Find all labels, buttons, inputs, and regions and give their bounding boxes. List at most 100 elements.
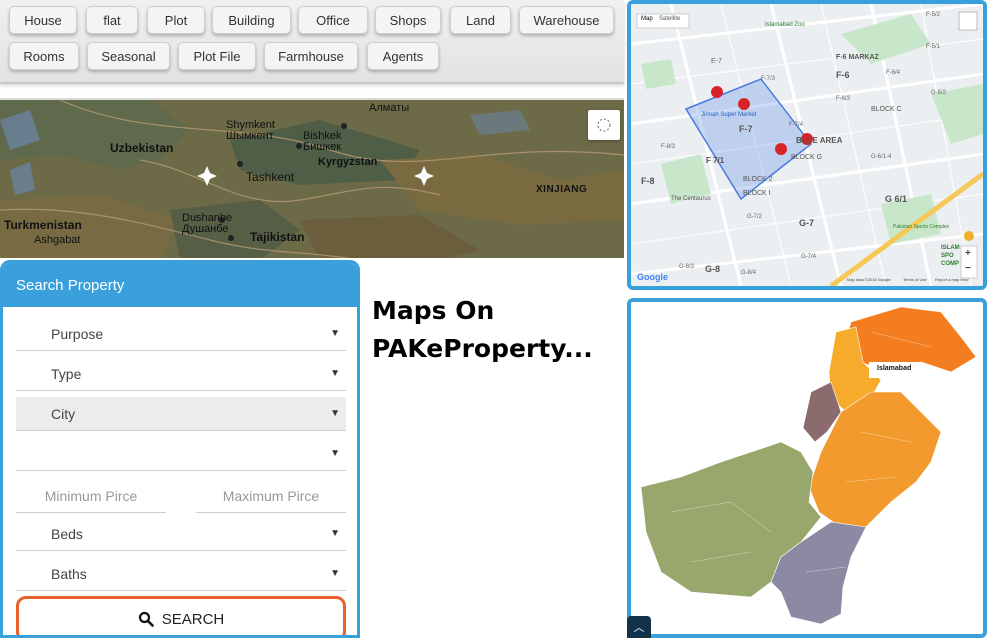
- map-label-islamabad-sports: ISLAM SPO COMP: [941, 245, 960, 267]
- map-report-link[interactable]: Report a map error: [935, 277, 969, 282]
- category-flat-button[interactable]: flat: [86, 6, 138, 34]
- beds-select[interactable]: Beds ▼: [16, 517, 346, 551]
- chevron-down-icon: ▼: [330, 568, 340, 579]
- maps-headline: Maps On PAKeProperty...: [372, 292, 622, 368]
- map-label-f6: F-6: [836, 70, 850, 80]
- map-type-satellite-tab[interactable]: Satellite: [659, 16, 680, 22]
- chevron-down-icon: ▼: [330, 368, 340, 379]
- map-label-shymkent-ru: Шымкент: [226, 130, 274, 142]
- pegman-icon[interactable]: [963, 230, 975, 242]
- map-label-f7-3: F-7/3: [761, 76, 776, 82]
- purpose-select[interactable]: Purpose ▼: [16, 317, 346, 351]
- chevron-down-icon: ▼: [330, 408, 340, 419]
- map-label-block-c: BLOCK C: [871, 106, 902, 113]
- fullscreen-icon: [597, 118, 611, 132]
- map-label-islamabad-zoo: Islamabad Zoo: [765, 22, 805, 28]
- baths-select[interactable]: Baths ▼: [16, 557, 346, 591]
- map-terms-link[interactable]: Terms of Use: [903, 277, 927, 282]
- category-farmhouse-button[interactable]: Farmhouse: [264, 42, 358, 70]
- chevron-down-icon: ▼: [330, 448, 340, 459]
- map-type-map-tab[interactable]: Map: [641, 16, 653, 22]
- map-label-g7: G-7: [799, 218, 815, 228]
- map-attribution: Map data ©2018 Google: [847, 277, 891, 282]
- category-plot-button[interactable]: Plot: [147, 6, 205, 34]
- map-fullscreen-button[interactable]: [588, 110, 620, 140]
- map-label-blue-area: BLUE AREA: [796, 136, 843, 145]
- map-label-jinnah-super-market: Jinnah Super Market: [701, 112, 757, 118]
- category-agents-button[interactable]: Agents: [367, 42, 439, 70]
- map-label-g6-1-4: G-6/1-4: [871, 154, 892, 160]
- map-label-block-g: BLOCK G: [791, 154, 823, 161]
- central-asia-map-graphic: [0, 100, 624, 258]
- category-plot-file-button[interactable]: Plot File: [178, 42, 256, 70]
- map-label-pakistan-sports-complex: Pakistan Sports Complex: [893, 224, 950, 230]
- max-price-input[interactable]: [196, 479, 346, 513]
- category-rooms-button[interactable]: Rooms: [9, 42, 79, 70]
- min-price-input[interactable]: [16, 479, 166, 513]
- map-label-xinjiang: XINJIANG: [536, 184, 588, 195]
- map-label-bishkek-ru: Бишкек: [303, 141, 342, 153]
- search-button[interactable]: SEARCH: [16, 596, 346, 635]
- baths-select-label: Baths: [51, 565, 87, 582]
- map-label-f6-markaz: F-6 MARKAZ: [836, 54, 879, 61]
- map-label-the-centaurus: The Centaurus: [671, 196, 711, 202]
- central-asia-map[interactable]: Алматы Shymkent Шымкент Bishkek Бишкек U…: [0, 98, 624, 258]
- search-icon: [138, 611, 154, 627]
- category-shops-button[interactable]: Shops: [375, 6, 441, 34]
- map-label-g8: G-8: [705, 264, 721, 274]
- map-label-tashkent: Tashkent: [246, 170, 295, 184]
- map-label-kyrgyzstan: Kyrgyzstan: [318, 156, 378, 168]
- map-label-f7-4: F-7/4: [789, 122, 804, 128]
- type-select[interactable]: Type ▼: [16, 357, 346, 391]
- category-building-button[interactable]: Building: [212, 6, 291, 34]
- city-select[interactable]: City ▼: [16, 397, 346, 431]
- search-panel-title: Search Property: [3, 263, 357, 307]
- map-label-g7-2: G-7/2: [747, 214, 763, 220]
- purpose-select-label: Purpose: [51, 325, 104, 342]
- map-label-g6-2: G-6/2: [931, 90, 947, 96]
- category-bar: House flat Plot Building Office Shops La…: [0, 0, 624, 84]
- chevron-down-icon: ▼: [330, 328, 340, 339]
- map-label-almaty: Алматы: [369, 102, 410, 114]
- map-label-f6-4: F-6/4: [886, 70, 901, 76]
- category-seasonal-button[interactable]: Seasonal: [87, 42, 170, 70]
- map-label-f5-2: F-5/2: [926, 12, 941, 18]
- city-select-label: City: [51, 405, 76, 422]
- map-label-ashgabat: Ashgabat: [34, 234, 81, 246]
- search-property-panel: Search Property Purpose ▼ Type ▼ City ▼ …: [0, 260, 360, 638]
- map-label-f7: F-7: [739, 124, 753, 134]
- map-label-turkmenistan: Turkmenistan: [4, 218, 82, 232]
- chevron-down-icon: ▼: [330, 528, 340, 539]
- map-label-g7-4: G-7/4: [801, 254, 817, 260]
- search-button-label: SEARCH: [161, 610, 225, 628]
- islamabad-fullscreen-icon[interactable]: [961, 14, 975, 28]
- scroll-to-top-button[interactable]: ︿: [627, 616, 651, 638]
- category-warehouse-button[interactable]: Warehouse: [519, 6, 614, 34]
- google-logo: Google: [637, 272, 668, 282]
- chevron-up-icon: ︿: [633, 622, 645, 634]
- map-label-f5-1: F-5/1: [926, 44, 941, 50]
- map-label-f8: F-8: [641, 176, 655, 186]
- category-office-button[interactable]: Office: [298, 6, 368, 34]
- map-label-g8-4: G-8/4: [741, 270, 757, 276]
- zoom-out-button[interactable]: −: [965, 263, 971, 274]
- area-select[interactable]: ▼: [16, 437, 346, 471]
- map-label-dushanbe-ru: Душанбе: [182, 223, 229, 235]
- islamabad-map[interactable]: Map Satellite + − E-7 Islamabad Zoo F-6 …: [627, 0, 987, 290]
- islamabad-map-label: Islamabad: [877, 365, 912, 372]
- category-house-button[interactable]: House: [9, 6, 77, 34]
- category-land-button[interactable]: Land: [450, 6, 511, 34]
- map-label-block-2: BLOCK 2: [743, 176, 773, 183]
- map-label-g6-1: G 6/1: [885, 194, 908, 204]
- map-label-f7-1: F 7/1: [706, 156, 725, 165]
- map-label-uzbekistan: Uzbekistan: [110, 141, 174, 155]
- map-label-f6-3: F-6/3: [836, 96, 851, 102]
- headline-line-2: PAKeProperty...: [372, 334, 593, 363]
- headline-line-1: Maps On: [372, 296, 495, 325]
- map-label-g8-3: G-8/3: [679, 264, 695, 270]
- zoom-in-button[interactable]: +: [965, 248, 971, 259]
- pakistan-map-graphic: [640, 306, 977, 625]
- beds-select-label: Beds: [51, 525, 83, 542]
- pakistan-map[interactable]: Islamabad: [627, 298, 987, 638]
- type-select-label: Type: [51, 365, 82, 382]
